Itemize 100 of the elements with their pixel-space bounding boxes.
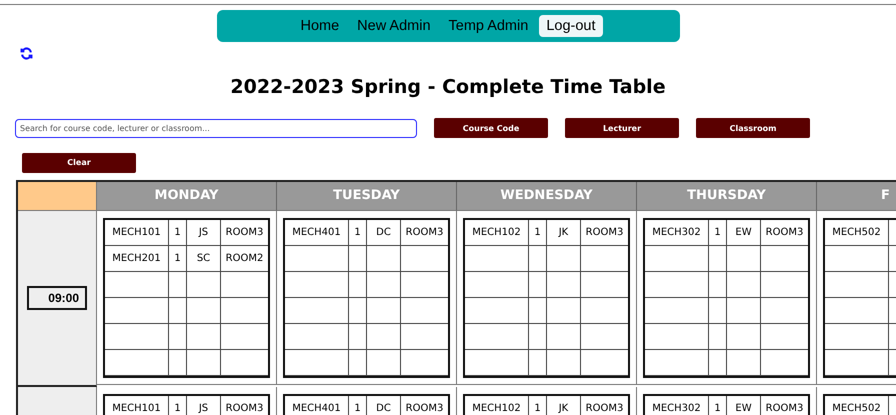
course-cell: 1 (349, 396, 367, 415)
nav-link[interactable]: Home (293, 15, 346, 37)
empty-cell (169, 350, 187, 376)
empty-cell (529, 272, 547, 298)
search-field[interactable]: Search for course code, lecturer or classroom... (15, 118, 417, 138)
empty-cell (367, 246, 401, 272)
empty-cell (727, 246, 761, 272)
empty-cell (105, 298, 169, 324)
course-cell: ROOM3 (401, 396, 448, 415)
empty-cell (645, 272, 709, 298)
course-cell: DC (367, 220, 401, 246)
empty-cell (169, 272, 187, 298)
course-cell: MECH502 (825, 396, 889, 415)
course-cell: MECH101 (105, 220, 169, 246)
empty-cell (547, 324, 581, 350)
empty-cell (285, 246, 349, 272)
time-label: 09:00 (27, 286, 87, 310)
empty-cell (645, 350, 709, 376)
empty-cell (727, 350, 761, 376)
empty-cell (349, 272, 367, 298)
course-cell: JK (547, 220, 581, 246)
empty-cell (465, 350, 529, 376)
empty-cell (187, 324, 221, 350)
course-cell: ROOM3 (221, 396, 268, 415)
empty-cell (169, 298, 187, 324)
filter-button[interactable]: Classroom (696, 118, 810, 138)
nav-link[interactable]: Temp Admin (442, 15, 536, 37)
empty-cell (349, 298, 367, 324)
course-cell: JS (187, 396, 221, 415)
empty-cell (547, 246, 581, 272)
empty-cell (285, 272, 349, 298)
empty-cell (709, 298, 727, 324)
empty-cell (645, 246, 709, 272)
empty-cell (285, 298, 349, 324)
empty-cell (547, 272, 581, 298)
course-cell: 1 (169, 246, 187, 272)
course-cell: MECH102 (465, 396, 529, 415)
course-cell: MECH401 (285, 220, 349, 246)
empty-cell (349, 350, 367, 376)
empty-cell (465, 272, 529, 298)
course-cell: 1 (169, 220, 187, 246)
nav-link[interactable]: New Admin (350, 15, 438, 37)
course-cell: ROOM3 (761, 220, 808, 246)
empty-cell (465, 298, 529, 324)
course-cell: 1 (709, 396, 727, 415)
course-cell: ROOM3 (401, 220, 448, 246)
empty-cell (367, 298, 401, 324)
day-header: THURSDAY (637, 182, 817, 210)
empty-cell (547, 298, 581, 324)
course-cell: 1 (529, 396, 547, 415)
empty-cell (187, 298, 221, 324)
filter-button[interactable]: Lecturer (565, 118, 679, 138)
empty-cell (105, 272, 169, 298)
empty-cell (187, 272, 221, 298)
empty-cell (727, 298, 761, 324)
course-cell: 1 (349, 220, 367, 246)
course-cell: ROOM3 (761, 396, 808, 415)
course-cell: MECH101 (105, 396, 169, 415)
empty-cell (645, 324, 709, 350)
empty-cell (285, 324, 349, 350)
empty-cell (727, 324, 761, 350)
course-cell: 1 (529, 220, 547, 246)
empty-cell (727, 272, 761, 298)
course-cell: MECH502 (825, 220, 889, 246)
course-cell: SC (187, 246, 221, 272)
course-cell: EW (727, 220, 761, 246)
empty-cell (187, 350, 221, 376)
day-header: WEDNESDAY (457, 182, 637, 210)
course-cell: MECH102 (465, 220, 529, 246)
empty-cell (105, 350, 169, 376)
day-header: TUESDAY (277, 182, 457, 210)
empty-cell (285, 350, 349, 376)
empty-cell (709, 324, 727, 350)
clear-button[interactable]: Clear (22, 152, 136, 172)
empty-cell (367, 324, 401, 350)
empty-cell (547, 350, 581, 376)
empty-cell (169, 324, 187, 350)
day-header: MONDAY (97, 182, 277, 210)
empty-cell (529, 246, 547, 272)
course-cell: 1 (169, 396, 187, 415)
course-cell: MECH302 (645, 220, 709, 246)
course-cell: DC (367, 396, 401, 415)
empty-cell (367, 272, 401, 298)
course-cell: JK (547, 396, 581, 415)
empty-cell (645, 298, 709, 324)
day-header: F (817, 182, 896, 210)
nav-link[interactable]: Log-out (539, 15, 602, 37)
course-cell: ROOM3 (581, 396, 628, 415)
course-cell: MECH401 (285, 396, 349, 415)
course-cell: JS (187, 220, 221, 246)
empty-cell (465, 246, 529, 272)
page-title: 2022-2023 Spring - Complete Time Table (229, 76, 667, 98)
course-cell: EW (727, 396, 761, 415)
refresh-icon[interactable] (20, 46, 33, 60)
course-cell: ROOM2 (221, 246, 268, 272)
course-cell: ROOM3 (581, 220, 628, 246)
empty-cell (105, 324, 169, 350)
filter-button[interactable]: Course Code (434, 118, 548, 138)
empty-cell (529, 350, 547, 376)
course-cell: MECH201 (105, 246, 169, 272)
